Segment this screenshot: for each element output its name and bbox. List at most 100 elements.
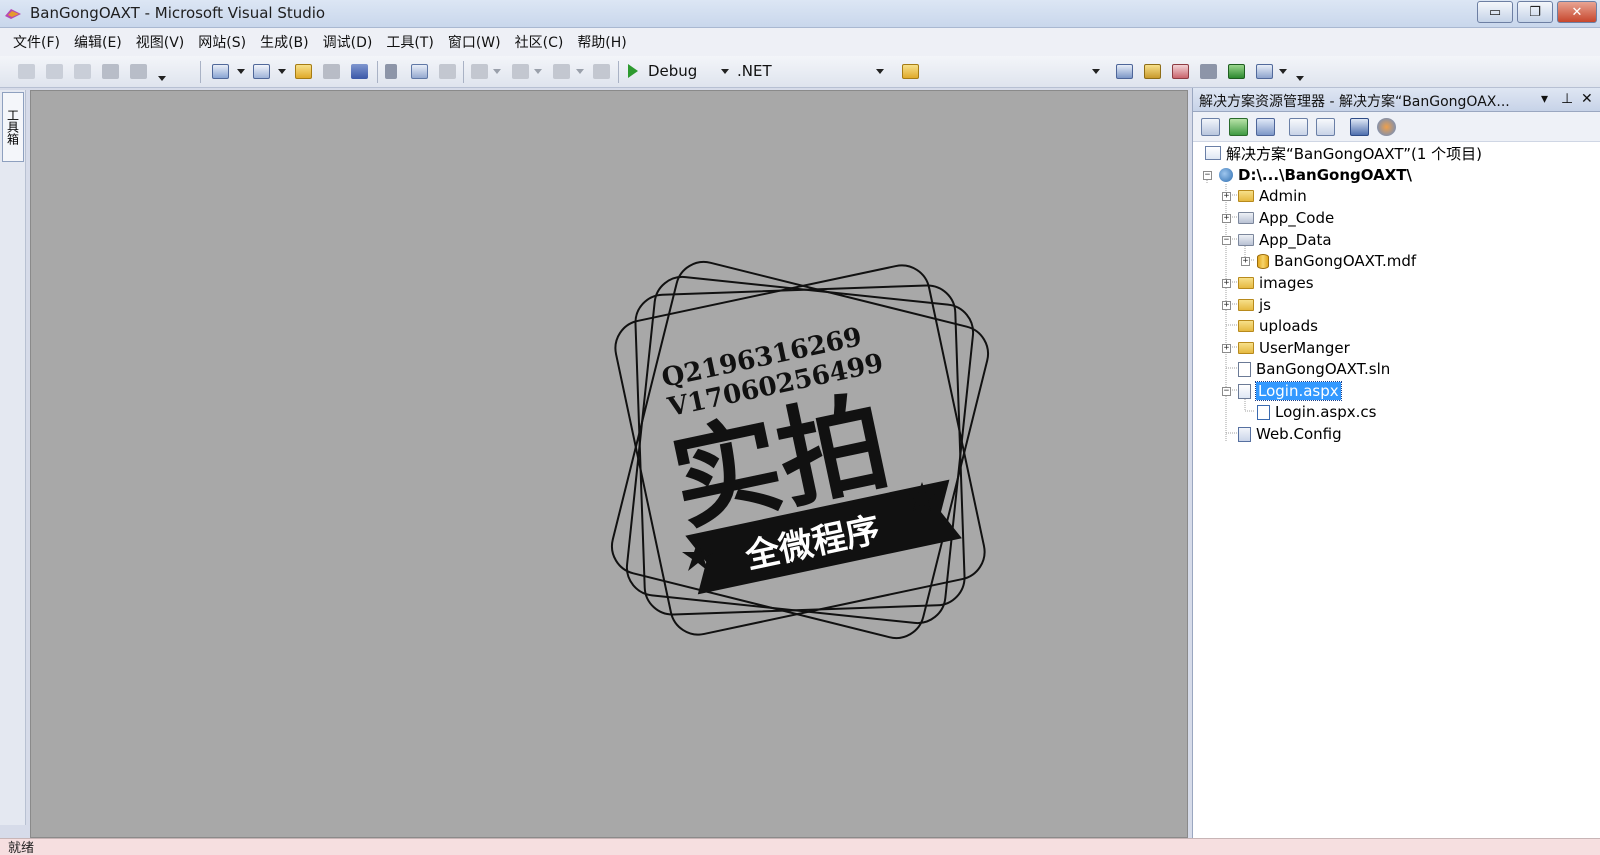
tree-node-images[interactable]: images <box>1238 272 1314 294</box>
toolbox-tab-label: 工具箱 <box>5 109 20 145</box>
solution-explorer-icon[interactable] <box>1116 64 1133 79</box>
expand-icon[interactable]: + <box>1222 214 1231 223</box>
add-item-dropdown-icon[interactable] <box>278 69 286 74</box>
tree-node-database[interactable]: BanGongOAXT.mdf <box>1257 250 1416 272</box>
find-in-files-icon[interactable] <box>902 64 919 79</box>
configuration-dropdown-icon[interactable] <box>721 69 729 74</box>
menu-help[interactable]: 帮助(H) <box>570 32 633 52</box>
folder-icon <box>1238 212 1254 224</box>
grid-icon[interactable] <box>130 64 147 79</box>
tree-node-login-aspx-cs[interactable]: Login.aspx.cs <box>1257 401 1376 423</box>
tree-node-uploads[interactable]: uploads <box>1238 315 1318 337</box>
copy-icon[interactable] <box>411 64 428 79</box>
menu-debug[interactable]: 调试(D) <box>316 32 380 52</box>
status-text: 就绪 <box>8 841 35 855</box>
toolbox-tools-icon[interactable] <box>1200 64 1217 79</box>
list-icon[interactable] <box>46 64 63 79</box>
save-icon[interactable] <box>323 64 340 79</box>
toolbar-overflow-icon[interactable] <box>158 76 166 81</box>
object-browser-icon[interactable] <box>1172 64 1189 79</box>
view-designer-icon[interactable] <box>1316 118 1335 136</box>
command-window-icon[interactable] <box>1256 64 1273 79</box>
command-window-dropdown-icon[interactable] <box>1279 69 1287 74</box>
collapse-icon[interactable]: − <box>1222 387 1231 396</box>
new-project-dropdown-icon[interactable] <box>237 69 245 74</box>
collapse-icon[interactable]: − <box>1222 236 1231 245</box>
project-icon <box>1219 168 1233 182</box>
sum-icon[interactable] <box>18 64 35 79</box>
undo-dropdown-icon[interactable] <box>493 69 501 74</box>
cut-icon[interactable] <box>385 64 397 79</box>
solution-configuration-select[interactable]: Debug <box>648 62 697 80</box>
tree-node-sln-file[interactable]: BanGongOAXT.sln <box>1238 358 1390 380</box>
redo-icon[interactable] <box>512 64 529 79</box>
expand-icon[interactable]: + <box>1222 279 1231 288</box>
add-item-icon[interactable] <box>253 64 270 79</box>
close-button[interactable]: ✕ <box>1557 1 1597 23</box>
toolbox-tab[interactable]: 工具箱 <box>2 92 24 162</box>
expand-icon[interactable]: + <box>1222 301 1231 310</box>
find-dropdown-icon[interactable] <box>1092 69 1100 74</box>
menu-file[interactable]: 文件(F) <box>6 32 67 52</box>
auto-hide-pin-icon[interactable]: ⊥ <box>1561 91 1573 107</box>
tree-node-app-data[interactable]: App_Data <box>1238 229 1332 251</box>
tree-node-label: uploads <box>1259 317 1318 335</box>
layout-icon[interactable] <box>74 64 91 79</box>
undo-icon[interactable] <box>471 64 488 79</box>
platform-dropdown-icon[interactable] <box>876 69 884 74</box>
tree-node-web-config[interactable]: Web.Config <box>1238 423 1342 445</box>
start-debugging-icon[interactable] <box>628 64 638 78</box>
redo-dropdown-icon[interactable] <box>534 69 542 74</box>
properties-icon[interactable] <box>1144 64 1161 79</box>
close-panel-icon[interactable]: ✕ <box>1581 91 1593 107</box>
new-project-icon[interactable] <box>212 64 229 79</box>
properties-tool-icon[interactable] <box>1201 118 1220 136</box>
window-position-dropdown-icon[interactable]: ▾ <box>1541 91 1548 107</box>
menu-edit[interactable]: 编辑(E) <box>67 32 129 52</box>
solution-explorer-title: 解决方案资源管理器 - 解决方案“BanGongOAX... <box>1199 94 1510 110</box>
menu-build[interactable]: 生成(B) <box>253 32 316 52</box>
nest-related-files-icon[interactable] <box>1256 118 1275 136</box>
navigate-dropdown-icon[interactable] <box>576 69 584 74</box>
folder-icon <box>1238 342 1254 354</box>
toolbar-overflow-icon[interactable] <box>1296 76 1304 81</box>
expand-icon[interactable]: + <box>1222 344 1231 353</box>
tree-node-solution[interactable]: 解决方案“BanGongOAXT”(1 个项目) <box>1205 142 1482 164</box>
view-code-icon[interactable] <box>1289 118 1308 136</box>
expand-icon[interactable]: + <box>1241 257 1250 266</box>
aspx-file-icon <box>1238 383 1251 399</box>
chart-icon[interactable] <box>102 64 119 79</box>
navigate-backward-icon[interactable] <box>553 64 570 79</box>
menu-window[interactable]: 窗口(W) <box>441 32 508 52</box>
tree-node-label: BanGongOAXT.sln <box>1256 360 1391 378</box>
tree-node-app-code[interactable]: App_Code <box>1238 207 1334 229</box>
solution-icon <box>1205 146 1221 160</box>
asp-net-configuration-icon[interactable] <box>1377 118 1396 136</box>
save-all-icon[interactable] <box>351 64 368 79</box>
menu-view[interactable]: 视图(V) <box>129 32 192 52</box>
menu-community[interactable]: 社区(C) <box>508 32 571 52</box>
tree-node-usermanger[interactable]: UserManger <box>1238 337 1350 359</box>
window-title: BanGongOAXT - Microsoft Visual Studio <box>30 4 326 22</box>
tree-node-js[interactable]: js <box>1238 294 1271 316</box>
start-page-icon[interactable] <box>1228 64 1245 79</box>
copy-website-icon[interactable] <box>1350 118 1369 136</box>
tree-node-login-aspx[interactable]: Login.aspx <box>1238 380 1342 402</box>
collapse-icon[interactable]: − <box>1203 171 1212 180</box>
expand-icon[interactable]: + <box>1222 192 1231 201</box>
menu-tools[interactable]: 工具(T) <box>379 32 440 52</box>
toolbar-separator <box>200 61 201 83</box>
open-folder-icon[interactable] <box>295 64 312 79</box>
restore-button[interactable]: ❐ <box>1517 1 1553 23</box>
toolbar-separator <box>463 61 464 83</box>
solution-platform-select[interactable]: .NET <box>737 62 772 80</box>
standard-toolbar: Debug .NET <box>0 56 1600 88</box>
navigate-forward-icon[interactable] <box>593 64 610 79</box>
menu-website[interactable]: 网站(S) <box>191 32 253 52</box>
minimize-button[interactable]: ▭ <box>1477 1 1513 23</box>
paste-icon[interactable] <box>439 64 456 79</box>
tree-node-project[interactable]: D:\...\BanGongOAXT\ <box>1219 164 1412 186</box>
refresh-icon[interactable] <box>1229 118 1248 136</box>
tree-node-admin[interactable]: Admin <box>1238 185 1307 207</box>
folder-icon <box>1238 320 1254 332</box>
